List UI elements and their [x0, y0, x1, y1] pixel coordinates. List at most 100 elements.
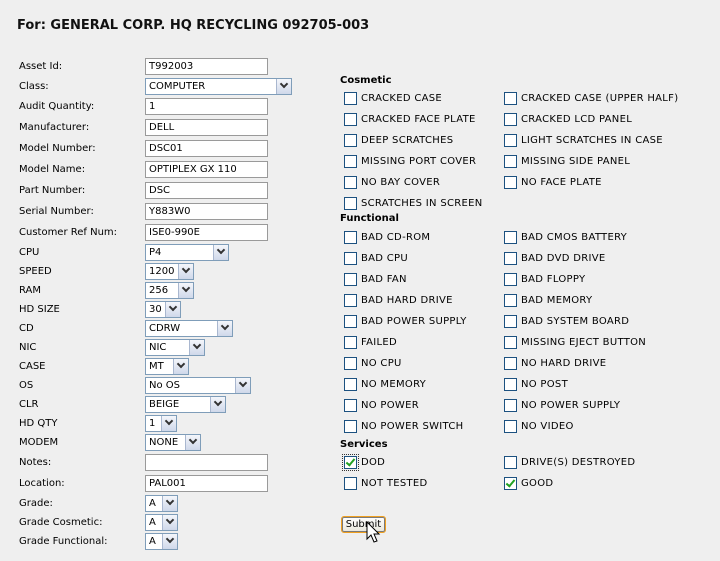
manufacturer-row: Manufacturer: DELL [0, 118, 300, 137]
checkbox-unchecked-icon[interactable] [344, 252, 357, 265]
location-input[interactable]: PAL001 [145, 475, 268, 492]
nic-select[interactable]: NIC [145, 339, 205, 356]
checkbox-bad-dvd-drive[interactable]: BAD DVD DRIVE [504, 251, 720, 270]
grade-functional-select[interactable]: A [145, 533, 178, 550]
checkbox-unchecked-icon[interactable] [344, 420, 357, 433]
checkbox-unchecked-icon[interactable] [504, 294, 517, 307]
checkbox-bad-system-board[interactable]: BAD SYSTEM BOARD [504, 314, 720, 333]
chevron-down-icon[interactable] [185, 435, 200, 450]
chevron-down-icon[interactable] [178, 283, 193, 298]
checkbox-no-post[interactable]: NO POST [504, 377, 720, 396]
part-number-input[interactable]: DSC [145, 182, 268, 199]
chevron-down-icon[interactable] [217, 321, 232, 336]
checkbox-unchecked-icon[interactable] [504, 273, 517, 286]
grade-select[interactable]: A [145, 495, 178, 512]
grade-cosmetic-select[interactable]: A [145, 514, 178, 531]
checkbox-label: BAD SYSTEM BOARD [521, 316, 630, 327]
checkbox-unchecked-icon[interactable] [504, 315, 517, 328]
checkbox-unchecked-icon[interactable] [344, 273, 357, 286]
checkbox-unchecked-icon[interactable] [504, 176, 517, 189]
chevron-down-icon[interactable] [235, 378, 250, 393]
chevron-down-icon[interactable] [189, 340, 204, 355]
checkbox-scratches-in-screen[interactable]: SCRATCHES IN SCREEN [344, 196, 644, 215]
checkbox-missing-side-panel[interactable]: MISSING SIDE PANEL [504, 154, 720, 173]
checkbox-no-face-plate[interactable]: NO FACE PLATE [504, 175, 720, 194]
model-number-input[interactable]: DSC01 [145, 140, 268, 157]
checkbox-cracked-lcd-panel[interactable]: CRACKED LCD PANEL [504, 112, 720, 131]
checkbox-label: NO VIDEO [521, 421, 574, 432]
checkbox-bad-cmos-battery[interactable]: BAD CMOS BATTERY [504, 230, 720, 249]
case-select[interactable]: MT [145, 358, 189, 375]
checkbox-unchecked-icon[interactable] [344, 378, 357, 391]
checkbox-unchecked-icon[interactable] [344, 113, 357, 126]
chevron-down-icon[interactable] [162, 515, 177, 530]
checkbox-unchecked-icon[interactable] [344, 231, 357, 244]
checkbox-light-scratches-in-case[interactable]: LIGHT SCRATCHES IN CASE [504, 133, 720, 152]
audit-qty-input[interactable]: 1 [145, 98, 268, 115]
checkbox-unchecked-icon[interactable] [344, 197, 357, 210]
checkbox-unchecked-icon[interactable] [344, 399, 357, 412]
checkbox-no-hard-drive[interactable]: NO HARD DRIVE [504, 356, 720, 375]
checkbox-unchecked-icon[interactable] [344, 477, 357, 490]
chevron-down-icon[interactable] [165, 302, 180, 317]
asset-id-input[interactable]: T992003 [145, 58, 268, 75]
checkbox-unchecked-icon[interactable] [344, 176, 357, 189]
checkbox-bad-floppy[interactable]: BAD FLOPPY [504, 272, 720, 291]
manufacturer-input[interactable]: DELL [145, 119, 268, 136]
checkbox-good[interactable]: GOOD [504, 476, 720, 495]
checkbox-checked-icon[interactable] [342, 454, 359, 471]
checkbox-unchecked-icon[interactable] [504, 231, 517, 244]
model-name-input[interactable]: OPTIPLEX GX 110 [145, 161, 268, 178]
serial-number-input[interactable]: Y883W0 [145, 203, 268, 220]
chevron-down-icon[interactable] [276, 79, 291, 94]
checkbox-unchecked-icon[interactable] [504, 378, 517, 391]
checkbox-unchecked-icon[interactable] [504, 134, 517, 147]
checkbox-unchecked-icon[interactable] [504, 155, 517, 168]
chevron-down-icon[interactable] [213, 245, 228, 260]
checkbox-unchecked-icon[interactable] [504, 399, 517, 412]
chevron-down-icon[interactable] [162, 534, 177, 549]
checkbox-drive-s-destroyed[interactable]: DRIVE(S) DESTROYED [504, 455, 720, 474]
hd-qty-select[interactable]: 1 [145, 415, 177, 432]
checkbox-unchecked-icon[interactable] [344, 357, 357, 370]
os-select[interactable]: No OS [145, 377, 251, 394]
checkbox-checked-icon[interactable] [504, 477, 517, 490]
serial-number-row: Serial Number: Y883W0 [0, 202, 300, 221]
chevron-down-icon[interactable] [162, 496, 177, 511]
ram-select[interactable]: 256 [145, 282, 194, 299]
checkbox-no-video[interactable]: NO VIDEO [504, 419, 720, 438]
checkbox-cracked-case-upper-half[interactable]: CRACKED CASE (UPPER HALF) [504, 91, 720, 110]
model-number-row: Model Number: DSC01 [0, 139, 300, 158]
chevron-down-icon[interactable] [210, 397, 225, 412]
checkbox-unchecked-icon[interactable] [344, 134, 357, 147]
speed-select[interactable]: 1200 [145, 263, 194, 280]
checkbox-unchecked-icon[interactable] [344, 155, 357, 168]
customer-ref-input[interactable]: ISE0-990E [145, 224, 268, 241]
checkbox-unchecked-icon[interactable] [344, 336, 357, 349]
checkbox-missing-eject-button[interactable]: MISSING EJECT BUTTON [504, 335, 720, 354]
hd-size-value: 30 [149, 304, 162, 315]
checkbox-bad-memory[interactable]: BAD MEMORY [504, 293, 720, 312]
chevron-down-icon[interactable] [173, 359, 188, 374]
chevron-down-icon[interactable] [178, 264, 193, 279]
modem-select[interactable]: NONE [145, 434, 201, 451]
checkbox-no-power-supply[interactable]: NO POWER SUPPLY [504, 398, 720, 417]
notes-input[interactable] [145, 454, 268, 471]
checkbox-unchecked-icon[interactable] [344, 315, 357, 328]
hd-size-select[interactable]: 30 [145, 301, 181, 318]
cd-select[interactable]: CDRW [145, 320, 233, 337]
cpu-select[interactable]: P4 [145, 244, 229, 261]
grade-functional-row: Grade Functional: A [0, 532, 300, 551]
checkbox-unchecked-icon[interactable] [344, 294, 357, 307]
checkbox-unchecked-icon[interactable] [504, 92, 517, 105]
chevron-down-icon[interactable] [161, 416, 176, 431]
clr-select[interactable]: BEIGE [145, 396, 226, 413]
checkbox-unchecked-icon[interactable] [504, 336, 517, 349]
checkbox-unchecked-icon[interactable] [344, 92, 357, 105]
checkbox-unchecked-icon[interactable] [504, 456, 517, 469]
class-select[interactable]: COMPUTER [145, 78, 292, 95]
checkbox-unchecked-icon[interactable] [504, 113, 517, 126]
checkbox-unchecked-icon[interactable] [504, 420, 517, 433]
checkbox-unchecked-icon[interactable] [504, 357, 517, 370]
checkbox-unchecked-icon[interactable] [504, 252, 517, 265]
